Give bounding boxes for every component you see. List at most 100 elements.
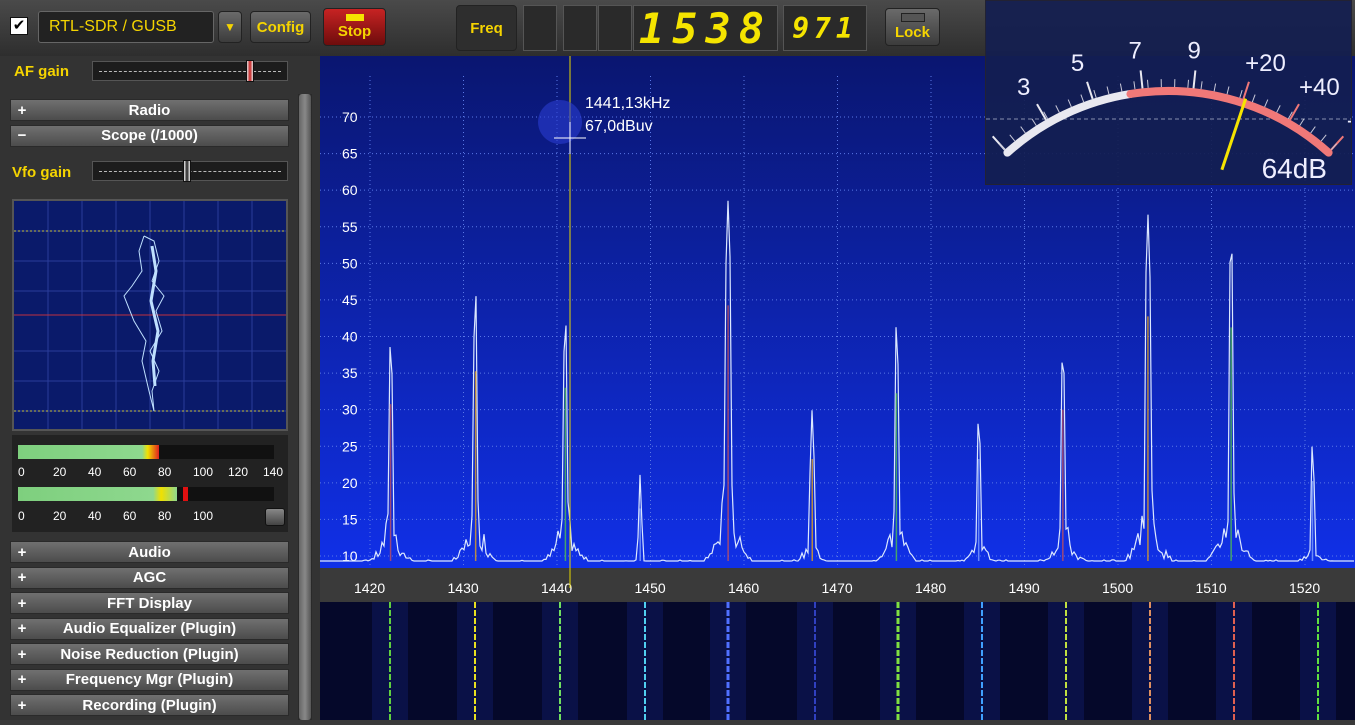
panel-scope-1000[interactable]: −Scope (/1000) bbox=[10, 125, 289, 147]
s-meter: 13579+20+40+60 64dB bbox=[985, 0, 1352, 185]
y-tick-label: 15 bbox=[342, 511, 358, 527]
af-gain-slider[interactable] bbox=[92, 61, 288, 81]
stop-button[interactable]: Stop bbox=[323, 8, 386, 46]
panel-frequency-mgr-plugin[interactable]: +Frequency Mgr (Plugin) bbox=[10, 669, 289, 691]
meter-tick-label: 120 bbox=[228, 465, 248, 479]
meter-tick-label: 20 bbox=[53, 509, 66, 523]
freq-digit-blank-2[interactable] bbox=[563, 5, 597, 51]
s-meter-minor-tick bbox=[1252, 95, 1255, 103]
expand-icon[interactable]: + bbox=[11, 544, 33, 561]
freq-label: Freq bbox=[470, 20, 503, 37]
freq-digits-sub[interactable]: 971 bbox=[783, 5, 867, 51]
s-meter-minor-tick bbox=[1107, 86, 1109, 94]
meter-tick-label: 40 bbox=[88, 509, 101, 523]
s-meter-scale-label: 3 bbox=[1017, 74, 1030, 101]
af-gain-handle[interactable] bbox=[246, 60, 254, 82]
meter1-fill bbox=[18, 445, 159, 459]
meter-tick-label: 140 bbox=[263, 465, 283, 479]
y-tick-label: 45 bbox=[342, 292, 358, 308]
s-meter-minor-tick bbox=[1227, 86, 1229, 94]
s-meter-minor-tick bbox=[1240, 90, 1242, 98]
panel-label: Noise Reduction (Plugin) bbox=[33, 646, 288, 663]
panel-radio[interactable]: +Radio bbox=[10, 99, 289, 121]
s-meter-reading: 64dB bbox=[1262, 153, 1327, 185]
vfo-gain-handle[interactable] bbox=[183, 160, 191, 182]
config-button[interactable]: Config bbox=[250, 11, 311, 43]
s-meter-scale-label: 9 bbox=[1187, 38, 1200, 65]
meter2-scale: 020406080100 bbox=[18, 509, 274, 523]
meter1-scale: 020406080100120140 bbox=[18, 465, 274, 479]
s-meter-minor-tick bbox=[1094, 90, 1096, 98]
x-tick-label: 1420 bbox=[354, 580, 385, 596]
expand-icon[interactable]: − bbox=[11, 127, 33, 144]
panel-label: FFT Display bbox=[33, 595, 288, 612]
device-dropdown-button[interactable]: ▼ bbox=[218, 11, 242, 43]
x-tick-label: 1490 bbox=[1009, 580, 1040, 596]
s-meter-needle bbox=[1222, 99, 1246, 170]
s-meter-minor-tick bbox=[1201, 81, 1202, 89]
meter-tick-label: 80 bbox=[158, 465, 171, 479]
expand-icon[interactable]: + bbox=[11, 646, 33, 663]
x-tick-label: 1430 bbox=[448, 580, 479, 596]
y-tick-label: 60 bbox=[342, 182, 358, 198]
x-tick-label: 1440 bbox=[541, 580, 572, 596]
waterfall-display[interactable] bbox=[320, 602, 1355, 720]
cursor-glow bbox=[538, 100, 582, 144]
meter-options-button[interactable] bbox=[265, 508, 285, 526]
s-meter-tick bbox=[1243, 82, 1249, 99]
s-meter-minor-tick bbox=[1277, 105, 1281, 112]
meter-tick-label: 0 bbox=[18, 509, 25, 523]
s-meter-minor-tick bbox=[1265, 100, 1268, 107]
expand-icon[interactable]: + bbox=[11, 102, 33, 119]
panel-noise-reduction-plugin[interactable]: +Noise Reduction (Plugin) bbox=[10, 643, 289, 665]
cursor-level: 67,0dBuv bbox=[585, 118, 653, 135]
x-tick-label: 1470 bbox=[822, 580, 853, 596]
vfo-gain-label: Vfo gain bbox=[12, 164, 71, 181]
stop-button-label: Stop bbox=[338, 23, 371, 40]
panel-audio[interactable]: +Audio bbox=[10, 541, 289, 563]
s-meter-minor-tick bbox=[1214, 84, 1216, 92]
y-tick-label: 55 bbox=[342, 219, 358, 235]
panel-audio-equalizer-plugin[interactable]: +Audio Equalizer (Plugin) bbox=[10, 618, 289, 640]
expand-icon[interactable]: + bbox=[11, 671, 33, 688]
s-meter-arc-normal bbox=[1007, 94, 1130, 153]
s-meter-scale-label: 5 bbox=[1071, 50, 1084, 77]
lock-button[interactable]: Lock bbox=[885, 8, 940, 46]
freq-digits-main[interactable]: 1538 bbox=[633, 5, 778, 51]
expand-icon[interactable]: + bbox=[11, 697, 33, 714]
panel-fft-display[interactable]: +FFT Display bbox=[10, 592, 289, 614]
sidebar-scroll-thumb[interactable] bbox=[299, 94, 311, 720]
config-button-label: Config bbox=[257, 19, 304, 36]
meter2-peak bbox=[183, 487, 188, 501]
lock-led-icon bbox=[901, 13, 925, 22]
y-tick-label: 50 bbox=[342, 255, 358, 271]
freq-digit-blank-1[interactable] bbox=[523, 5, 557, 51]
panel-recording-plugin[interactable]: +Recording (Plugin) bbox=[10, 694, 289, 716]
y-tick-label: 20 bbox=[342, 475, 358, 491]
panel-agc[interactable]: +AGC bbox=[10, 567, 289, 589]
freq-sub-value: 971 bbox=[792, 12, 858, 45]
freq-digit-blank-3[interactable] bbox=[598, 5, 632, 51]
expand-icon[interactable]: + bbox=[11, 595, 33, 612]
x-tick-label: 1510 bbox=[1196, 580, 1227, 596]
expand-icon[interactable]: + bbox=[11, 569, 33, 586]
meter-tick-label: 100 bbox=[193, 465, 213, 479]
s-meter-tick bbox=[1290, 104, 1299, 120]
x-tick-label: 1450 bbox=[635, 580, 666, 596]
device-checkbox[interactable]: ✔ bbox=[10, 17, 28, 35]
freq-label-box: Freq bbox=[456, 5, 517, 51]
sidebar-scrollbar[interactable] bbox=[298, 94, 312, 720]
s-meter-minor-tick bbox=[1147, 80, 1148, 88]
y-tick-label: 70 bbox=[342, 109, 358, 125]
s-meter-minor-tick bbox=[999, 144, 1004, 150]
s-meter-minor-tick bbox=[1300, 119, 1304, 126]
device-select[interactable]: RTL-SDR / GUSB bbox=[38, 11, 214, 43]
vfo-gain-slider[interactable] bbox=[92, 161, 288, 181]
expand-icon[interactable]: + bbox=[11, 620, 33, 637]
meter2-bar bbox=[18, 487, 274, 501]
s-meter-minor-tick bbox=[1056, 105, 1060, 112]
meter-tick-label: 40 bbox=[88, 465, 101, 479]
meter-tick-label: 80 bbox=[158, 509, 171, 523]
level-meters: 020406080100120140 020406080100 bbox=[12, 435, 288, 532]
waterfall-graph[interactable] bbox=[320, 602, 1355, 720]
